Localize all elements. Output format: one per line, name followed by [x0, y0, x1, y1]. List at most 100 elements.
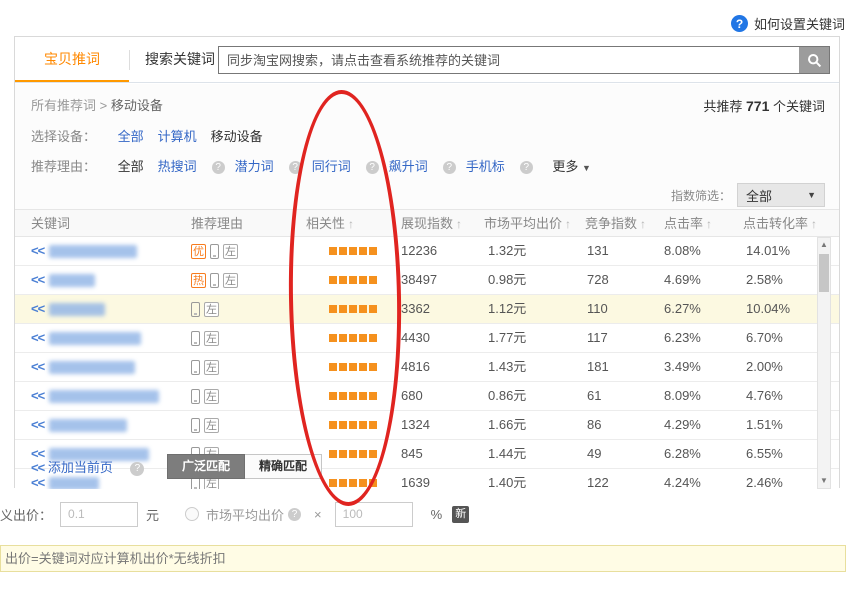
- relevance-bar-icon: [329, 392, 337, 400]
- reason-option[interactable]: 飙升词: [389, 159, 428, 174]
- ctr-cell: 8.08%: [664, 237, 701, 265]
- bid-amount-input[interactable]: [60, 502, 138, 527]
- competition-cell: 131: [587, 237, 609, 265]
- cvr-cell: 6.70%: [746, 324, 783, 352]
- add-page-help-icon[interactable]: ?: [130, 462, 144, 476]
- table-row[interactable]: <<左48161.43元1813.49%2.00%: [15, 353, 839, 382]
- sort-arrow-icon[interactable]: ↑: [456, 217, 462, 231]
- reason-option-help-icon[interactable]: ?: [212, 161, 225, 174]
- reason-option[interactable]: 潜力词: [235, 159, 274, 174]
- exact-match-button[interactable]: 精确匹配: [245, 454, 322, 479]
- column-header[interactable]: 市场平均出价↑: [484, 210, 571, 237]
- broad-match-button[interactable]: 广泛匹配: [167, 454, 245, 479]
- add-keyword-icon[interactable]: <<: [31, 324, 44, 352]
- reason-option-help-icon[interactable]: ?: [520, 161, 533, 174]
- market-price-radio[interactable]: [185, 507, 199, 521]
- reason-option[interactable]: 热搜词: [158, 159, 197, 174]
- device-option[interactable]: 计算机: [158, 129, 197, 144]
- index-filter-dropdown[interactable]: 全部 ▼: [737, 183, 825, 207]
- sort-arrow-icon[interactable]: ↑: [565, 217, 571, 231]
- redacted-keyword: [49, 274, 95, 287]
- tab-search-keywords[interactable]: 搜索关键词: [130, 37, 230, 82]
- reason-cell: 左: [191, 324, 219, 352]
- mobile-icon: [191, 389, 200, 404]
- keyword-search-box: [218, 46, 830, 74]
- table-row[interactable]: <<优左122361.32元1318.08%14.01%: [15, 237, 839, 266]
- add-keyword-icon[interactable]: <<: [31, 266, 44, 294]
- table-row[interactable]: <<左6800.86元618.09%4.76%: [15, 382, 839, 411]
- index-filter-value: 全部: [746, 186, 772, 205]
- keyword-cell: <<: [31, 324, 141, 352]
- scrollbar-thumb[interactable]: [819, 254, 829, 292]
- add-current-page-link[interactable]: << 添加当前页 ?: [31, 457, 144, 476]
- relevance-bar-icon: [359, 247, 367, 255]
- how-to-set-keywords-link[interactable]: ? 如何设置关键词: [731, 14, 845, 33]
- keyword-search-input[interactable]: [219, 47, 799, 73]
- ctr-cell: 3.49%: [664, 353, 701, 381]
- breadcrumb-root[interactable]: 所有推荐词: [31, 98, 96, 113]
- device-option[interactable]: 移动设备: [211, 129, 263, 144]
- keyword-cell: <<: [31, 295, 105, 323]
- reason-option-help-icon[interactable]: ?: [289, 161, 302, 174]
- column-header[interactable]: 点击转化率↑: [743, 210, 817, 237]
- relevance-bar-icon: [359, 363, 367, 371]
- left-position-badge: 左: [223, 244, 238, 259]
- percent-input[interactable]: [335, 502, 413, 527]
- column-header[interactable]: 展现指数↑: [401, 210, 462, 237]
- ctr-cell: 4.29%: [664, 411, 701, 439]
- column-header[interactable]: 竞争指数↑: [585, 210, 646, 237]
- relevance-rating: [329, 324, 377, 352]
- relevance-rating: [329, 411, 377, 439]
- reason-option-help-icon[interactable]: ?: [366, 161, 379, 174]
- table-row[interactable]: <<左13241.66元864.29%1.51%: [15, 411, 839, 440]
- scroll-up-icon[interactable]: ▲: [818, 238, 830, 252]
- left-position-badge: 左: [204, 418, 219, 433]
- more-filters-toggle[interactable]: 更多 ▼: [552, 159, 591, 174]
- column-header[interactable]: 点击率↑: [664, 210, 712, 237]
- sort-arrow-icon[interactable]: ↑: [706, 217, 712, 231]
- table-row[interactable]: <<左44301.77元1176.23%6.70%: [15, 324, 839, 353]
- reason-option[interactable]: 同行词: [312, 159, 351, 174]
- relevance-bar-icon: [369, 334, 377, 342]
- competition-cell: 117: [587, 324, 608, 352]
- reason-option[interactable]: 手机标: [466, 159, 505, 174]
- chevron-down-icon: ▼: [582, 163, 591, 173]
- add-keyword-icon[interactable]: <<: [31, 411, 44, 439]
- sort-arrow-icon[interactable]: ↑: [640, 217, 646, 231]
- device-option[interactable]: 全部: [118, 129, 144, 144]
- add-keyword-icon[interactable]: <<: [31, 295, 44, 323]
- bid-unit-label: 元: [146, 505, 159, 524]
- left-position-badge: 左: [204, 302, 219, 317]
- tab-item-recommend[interactable]: 宝贝推词: [15, 37, 129, 82]
- table-scrollbar[interactable]: ▲ ▼: [817, 237, 831, 489]
- sort-arrow-icon[interactable]: ↑: [348, 217, 354, 231]
- add-keyword-icon[interactable]: <<: [31, 382, 44, 410]
- reason-cell: 左: [191, 411, 219, 439]
- search-button[interactable]: [799, 47, 829, 73]
- impressions-cell: 3362: [401, 295, 430, 323]
- market-price-label: 市场平均出价: [206, 505, 284, 524]
- relevance-bar-icon: [359, 276, 367, 284]
- reason-filter-label: 推荐理由：: [31, 159, 96, 174]
- cvr-cell: 1.51%: [746, 411, 783, 439]
- breadcrumb-current: 移动设备: [111, 98, 163, 113]
- reason-option-help-icon[interactable]: ?: [443, 161, 456, 174]
- relevance-bar-icon: [369, 479, 377, 487]
- keyword-cell: <<: [31, 411, 127, 439]
- table-row[interactable]: <<左33621.12元1106.27%10.04%: [15, 295, 839, 324]
- relevance-bar-icon: [369, 247, 377, 255]
- ctr-cell: 6.27%: [664, 295, 701, 323]
- market-price-help-icon[interactable]: ?: [288, 508, 301, 521]
- table-header: 关键词推荐理由相关性↑展现指数↑市场平均出价↑竞争指数↑点击率↑点击转化率↑: [15, 209, 839, 237]
- add-keyword-icon[interactable]: <<: [31, 237, 44, 265]
- table-row[interactable]: <<热左384970.98元7284.69%2.58%: [15, 266, 839, 295]
- cvr-cell: 2.58%: [746, 266, 783, 294]
- scroll-down-icon[interactable]: ▼: [818, 474, 830, 488]
- sort-arrow-icon[interactable]: ↑: [811, 217, 817, 231]
- relevance-bar-icon: [339, 305, 347, 313]
- column-header[interactable]: 相关性↑: [306, 210, 354, 237]
- redacted-keyword: [49, 245, 137, 258]
- reason-option[interactable]: 全部: [118, 159, 144, 174]
- hot-tag-badge: 优: [191, 244, 206, 259]
- add-keyword-icon[interactable]: <<: [31, 353, 44, 381]
